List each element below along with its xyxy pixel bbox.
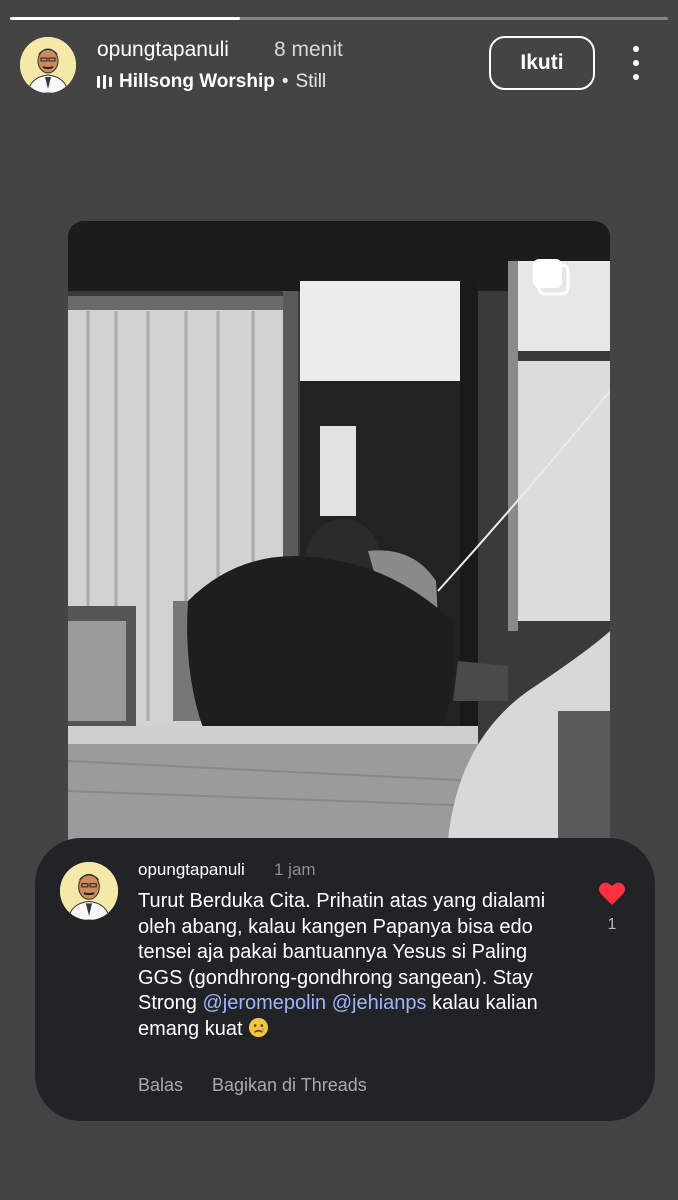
like-count: 1: [607, 916, 617, 933]
photo-illustration: [68, 221, 610, 840]
avatar-illustration: [60, 862, 118, 920]
multiple-posts-icon: [533, 259, 570, 296]
reply-button[interactable]: Balas: [138, 1075, 183, 1096]
avatar-illustration: [20, 37, 76, 93]
avatar[interactable]: [20, 37, 76, 93]
comment-avatar[interactable]: [60, 862, 118, 920]
comment-text: Turut Berduka Cita. Prihatin atas yang d…: [138, 889, 548, 1043]
music-artist: Hillsong Worship: [119, 71, 275, 92]
mention-link[interactable]: @jeromepolin: [202, 992, 326, 1014]
music-bars-icon: [97, 75, 112, 89]
music-separator: •: [281, 71, 289, 92]
story-username[interactable]: opungtapanuli: [97, 38, 229, 62]
music-info[interactable]: Hillsong Worship • Still: [97, 71, 326, 93]
story-time: 8 menit: [274, 38, 343, 61]
story-photo[interactable]: [68, 221, 610, 840]
more-vertical-icon[interactable]: [624, 46, 648, 80]
heart-icon[interactable]: [598, 880, 626, 906]
follow-button[interactable]: Ikuti: [489, 36, 595, 90]
story-progress-fill: [10, 17, 241, 20]
share-threads-button[interactable]: Bagikan di Threads: [212, 1075, 367, 1096]
story-progress-bar: [10, 17, 668, 20]
comment-username[interactable]: opungtapanuli: [138, 860, 245, 880]
crying-face-icon: [249, 1017, 269, 1038]
comment-time: 1 jam: [274, 860, 316, 879]
mention-link[interactable]: @jehianps: [332, 992, 427, 1014]
music-song: Still: [295, 71, 327, 92]
